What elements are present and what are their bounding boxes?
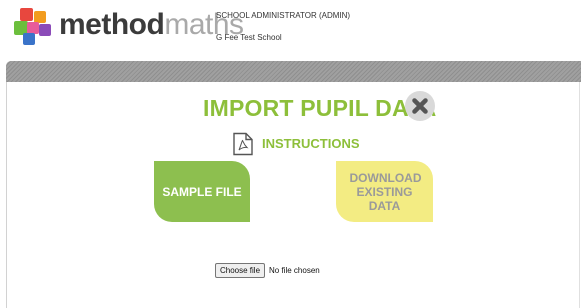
download-existing-data-label: DOWNLOAD EXISTING DATA (349, 170, 422, 213)
app-header: methodmaths SCHOOL ADMINISTRATOR (ADMIN)… (0, 0, 581, 58)
download-existing-data-button[interactable]: DOWNLOAD EXISTING DATA (336, 161, 433, 222)
close-x-icon (412, 98, 428, 114)
close-button[interactable] (405, 91, 435, 121)
top-nav-bar (6, 61, 581, 82)
user-role: SCHOOL ADMINISTRATOR (ADMIN) (216, 11, 351, 20)
page-title: IMPORT PUPIL DATA (203, 95, 437, 121)
school-name: G Fee Test School (216, 33, 282, 42)
file-status-text: No file chosen (269, 266, 320, 275)
file-upload-input: Choose file No file chosen (215, 263, 320, 278)
method-maths-logo-icon (14, 8, 51, 45)
logo-word-method: method (59, 8, 165, 41)
instructions-link[interactable]: INSTRUCTIONS (262, 136, 360, 151)
sample-file-button[interactable]: SAMPLE FILE (154, 161, 250, 222)
sample-file-label: SAMPLE FILE (162, 184, 242, 199)
pdf-document-icon[interactable] (232, 132, 254, 156)
choose-file-button[interactable]: Choose file (215, 263, 266, 278)
